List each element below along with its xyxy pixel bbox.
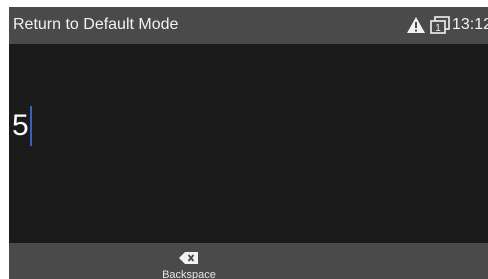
text-entry-field[interactable]: 5 <box>12 106 32 146</box>
softkey-label: Backspace <box>162 269 216 279</box>
warning-icon <box>406 16 426 34</box>
line-number: 1 <box>435 23 441 34</box>
line-icon: 1 <box>430 16 450 34</box>
phone-screen: Return to Default Mode 1 13:12 5 Backspa… <box>9 7 488 279</box>
input-area[interactable]: 5 <box>9 44 488 243</box>
title-bar: Return to Default Mode 1 13:12 <box>9 7 488 44</box>
softkey-bar: Backspace <box>9 243 488 279</box>
clock: 13:12 <box>451 16 488 33</box>
text-caret <box>29 106 32 146</box>
backspace-softkey[interactable]: Backspace <box>149 243 229 279</box>
page-title: Return to Default Mode <box>13 16 179 33</box>
status-area: 1 13:12 <box>406 15 488 35</box>
entry-value: 5 <box>12 109 29 142</box>
backspace-icon <box>179 251 199 264</box>
